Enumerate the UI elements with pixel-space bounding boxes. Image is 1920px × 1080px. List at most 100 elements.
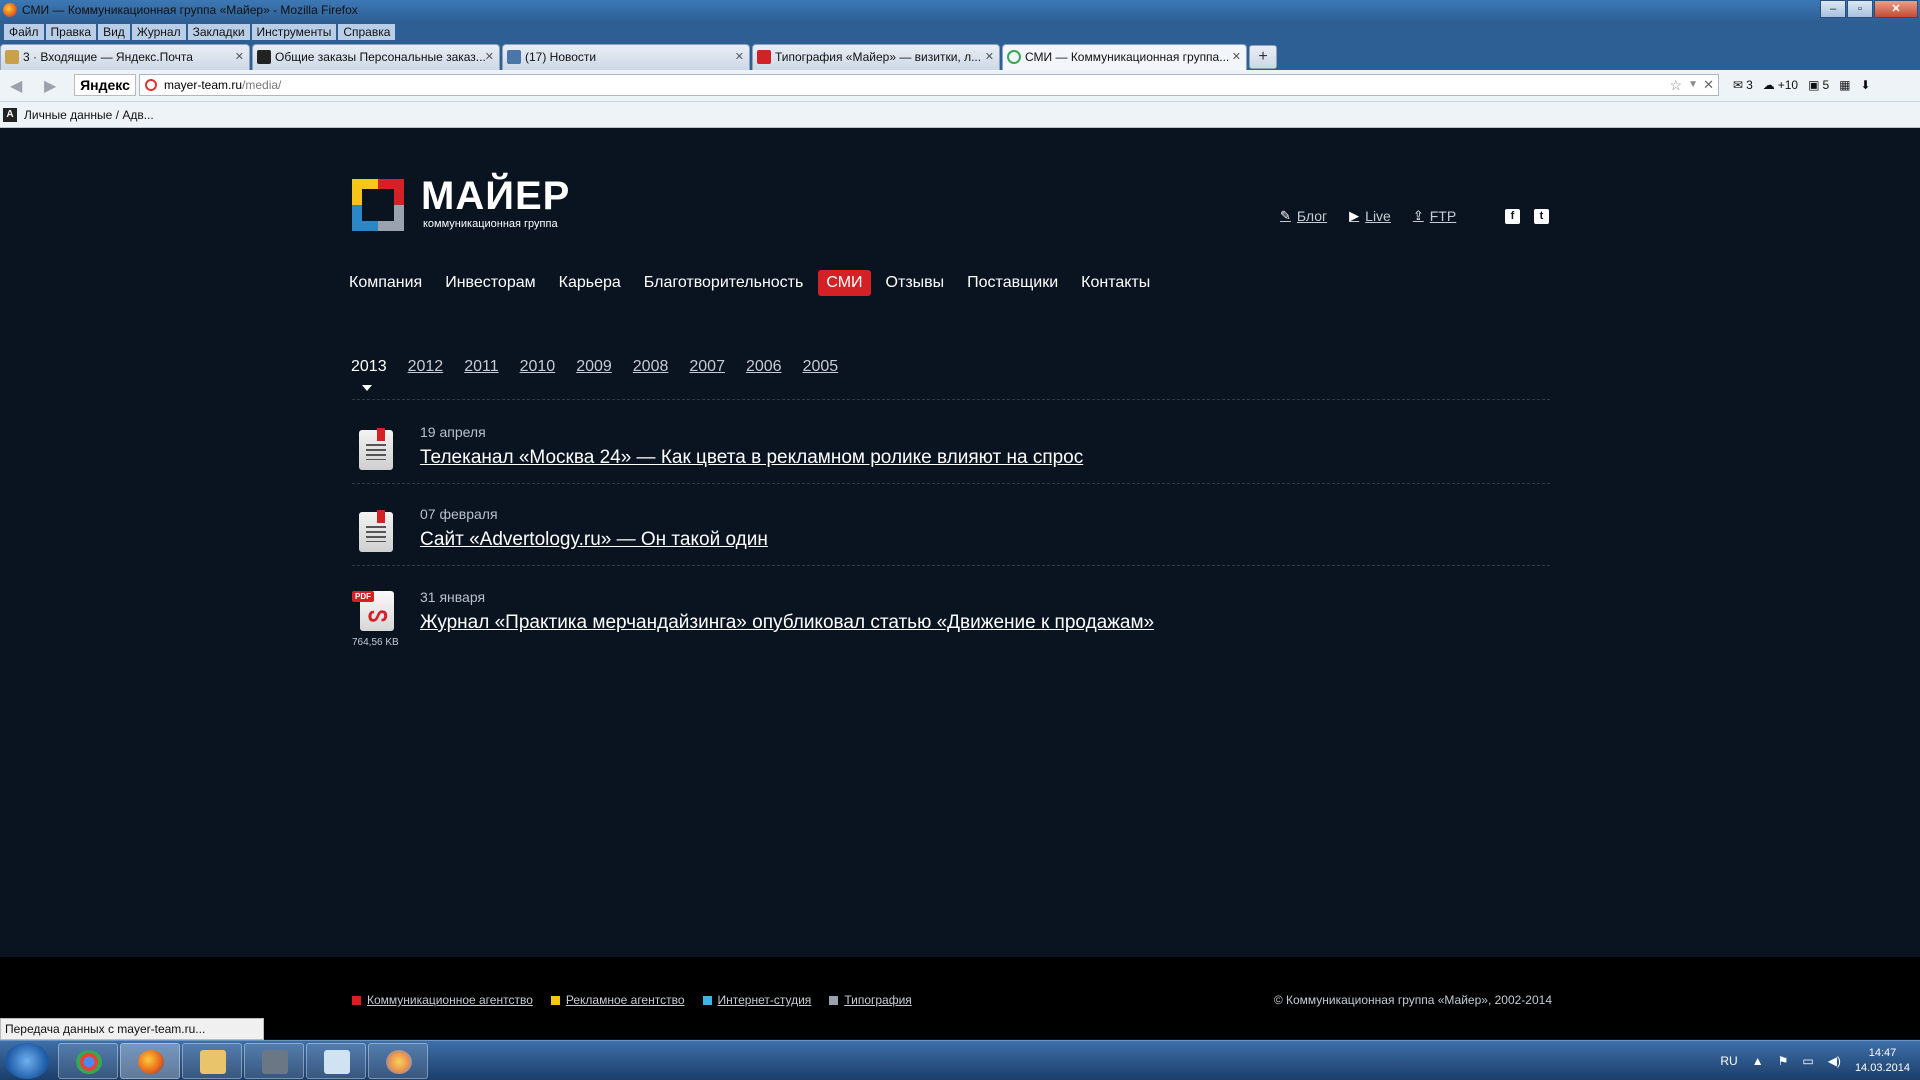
menu-bookmarks[interactable]: Закладки (187, 24, 250, 40)
tab-smi[interactable]: СМИ — Коммуникационная группа... ✕ (1002, 44, 1247, 71)
document-icon[interactable] (359, 428, 393, 470)
menu-view[interactable]: Вид (98, 24, 130, 40)
back-icon[interactable]: ◀ (10, 76, 22, 96)
mail-widget[interactable]: ✉ 3 (1733, 78, 1753, 92)
nav-charity[interactable]: Благотворительность (636, 270, 812, 296)
item-title-link[interactable]: Сайт «Advertology.ru» — Он такой один (420, 529, 768, 551)
gray-square-icon (829, 995, 839, 1005)
nav-investors[interactable]: Инвесторам (437, 270, 543, 296)
vk-favicon-icon (507, 50, 521, 64)
tab-typography[interactable]: Типография «Майер» — визитки, л... ✕ (752, 44, 1000, 70)
clock[interactable]: 14:47 14.03.2014 (1855, 1046, 1910, 1076)
forward-icon[interactable]: ▶ (44, 76, 56, 96)
yandex-button[interactable]: Яндекс (74, 74, 136, 96)
close-tab-icon[interactable]: ✕ (1232, 45, 1241, 69)
divider (352, 483, 1550, 484)
play-icon: ▶ (1349, 208, 1360, 223)
footer-item: Рекламное агентство (550, 993, 685, 1007)
url-dropdown-icon[interactable]: ▼ (1688, 75, 1698, 95)
menu-tools[interactable]: Инструменты (251, 24, 337, 40)
brand-name[interactable]: МАЙЕР (421, 174, 570, 219)
menu-history[interactable]: Журнал (131, 24, 186, 40)
footer-link-typography[interactable]: Типография (844, 993, 911, 1007)
flag-icon[interactable]: ⚑ (1778, 1054, 1789, 1068)
pdf-icon[interactable]: PDF ᔕ (352, 589, 396, 633)
close-window-button[interactable]: ✕ (1874, 0, 1918, 18)
stop-icon[interactable]: ✕ (1703, 75, 1714, 95)
network-icon[interactable]: ▭ (1802, 1054, 1813, 1068)
site-identity-icon[interactable] (145, 79, 157, 91)
taskbar-paint[interactable] (368, 1043, 428, 1079)
logo-inner (362, 189, 394, 221)
close-tab-icon[interactable]: ✕ (485, 45, 494, 69)
tab-orders[interactable]: Общие заказы Персональные заказ... ✕ (252, 44, 500, 70)
tab-mail[interactable]: 3 · Входящие — Яндекс.Почта ✕ (0, 44, 250, 70)
bookmarks-toolbar: A Личные данные / Адв... (0, 102, 1920, 128)
menu-edit[interactable]: Правка (45, 24, 97, 40)
year-2013[interactable]: 2013 (351, 358, 387, 376)
menu-help[interactable]: Справка (338, 24, 396, 40)
twitter-icon[interactable]: t (1534, 209, 1549, 224)
tray-expand-icon[interactable]: ▲ (1752, 1054, 1764, 1068)
weather-widget[interactable]: ☁ +10 (1763, 78, 1798, 92)
nav-career[interactable]: Карьера (551, 270, 629, 296)
new-tab-button[interactable]: + (1249, 45, 1277, 69)
volume-icon[interactable]: ◀) (1828, 1054, 1841, 1068)
footer-link-web-studio[interactable]: Интернет-студия (718, 993, 812, 1007)
maximize-button[interactable]: ▫ (1847, 0, 1873, 18)
logo-icon[interactable] (352, 179, 404, 231)
download-icon[interactable]: ⬇ (1860, 78, 1870, 92)
start-button[interactable] (5, 1043, 49, 1079)
facebook-icon[interactable]: f (1505, 209, 1520, 224)
tab-label: (17) Новости (525, 50, 597, 64)
year-2012[interactable]: 2012 (408, 358, 444, 376)
close-tab-icon[interactable]: ✕ (735, 45, 744, 69)
item-title-link[interactable]: Журнал «Практика мерчандайзинга» опублик… (420, 612, 1154, 634)
bookmark-item[interactable]: Личные данные / Адв... (24, 108, 154, 122)
minimize-button[interactable]: – (1820, 0, 1846, 18)
item-date: 31 января (420, 589, 486, 605)
ftp-link[interactable]: ⇪ FTP (1413, 208, 1456, 224)
loading-icon (1007, 50, 1021, 64)
taskbar-chrome[interactable] (58, 1043, 118, 1079)
taskbar-notepad[interactable] (306, 1043, 366, 1079)
item-title-link[interactable]: Телеканал «Москва 24» — Как цвета в рекл… (420, 447, 1083, 469)
footer-link-comm-agency[interactable]: Коммуникационное агентство (367, 993, 533, 1007)
addon-icon[interactable]: ▦ (1839, 78, 1850, 92)
notifications-widget[interactable]: ▣ 5 (1808, 78, 1829, 92)
year-2010[interactable]: 2010 (520, 358, 556, 376)
bookmark-star-icon[interactable]: ☆ (1669, 75, 1682, 95)
taskbar-app[interactable] (244, 1043, 304, 1079)
tab-vk-news[interactable]: (17) Новости ✕ (502, 44, 750, 70)
year-2009[interactable]: 2009 (576, 358, 612, 376)
paint-icon (386, 1050, 412, 1074)
footer-link-ad-agency[interactable]: Рекламное агентство (566, 993, 685, 1007)
system-tray: RU ▲ ⚑ ▭ ◀) 14:47 14.03.2014 (1720, 1041, 1910, 1080)
brand-tagline: коммуникационная группа (423, 218, 558, 230)
blog-link[interactable]: ✎ Блог (1280, 208, 1327, 224)
tab-label: СМИ — Коммуникационная группа... (1025, 50, 1230, 64)
nav-media[interactable]: СМИ (818, 270, 871, 296)
menu-file[interactable]: Файл (4, 24, 44, 40)
document-icon[interactable] (359, 510, 393, 552)
year-2008[interactable]: 2008 (633, 358, 669, 376)
firefox-icon (3, 3, 17, 17)
year-2007[interactable]: 2007 (689, 358, 725, 376)
nav-reviews[interactable]: Отзывы (878, 270, 953, 296)
year-2006[interactable]: 2006 (746, 358, 782, 376)
year-2011[interactable]: 2011 (464, 358, 498, 376)
live-link[interactable]: ▶ Live (1349, 208, 1391, 224)
firefox-icon (138, 1050, 164, 1074)
language-indicator[interactable]: RU (1720, 1054, 1737, 1068)
web-page: МАЙЕР коммуникационная группа ✎ Блог ▶ Liv… (0, 129, 1920, 958)
taskbar-firefox[interactable] (120, 1043, 180, 1079)
bookmark-favicon-icon: A (3, 108, 17, 122)
nav-suppliers[interactable]: Поставщики (959, 270, 1066, 296)
year-2005[interactable]: 2005 (803, 358, 839, 376)
nav-contacts[interactable]: Контакты (1073, 270, 1158, 296)
taskbar-explorer[interactable] (182, 1043, 242, 1079)
close-tab-icon[interactable]: ✕ (235, 45, 244, 69)
address-bar[interactable]: mayer-team.ru/media/ ☆ ▼ ✕ (139, 74, 1719, 96)
close-tab-icon[interactable]: ✕ (985, 45, 994, 69)
nav-company[interactable]: Компания (349, 270, 430, 296)
